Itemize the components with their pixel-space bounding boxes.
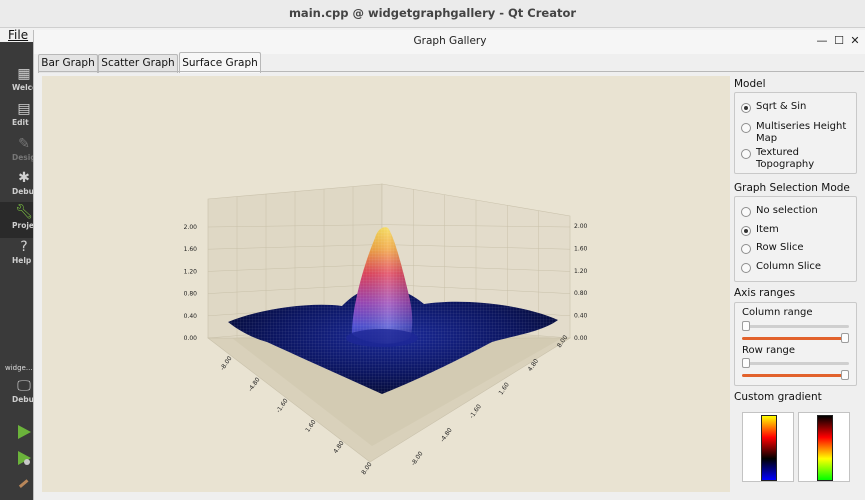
mode-help[interactable]: ? Help (0, 237, 34, 273)
build-icon[interactable] (16, 476, 32, 492)
projects-icon: 🔧︎ (15, 204, 33, 220)
custom-gradient-title: Custom gradient (734, 391, 822, 403)
graph-gallery-dialog: Graph Gallery — ☐ ✕ Bar Graph Scatter Gr… (33, 30, 865, 500)
radio-no-selection-label: No selection (756, 205, 818, 216)
tab-pane-border (38, 71, 864, 72)
radio-sqrt-sin[interactable] (741, 103, 751, 113)
y-tick-right: 0.80 (574, 290, 588, 297)
y-tick-right: 1.20 (574, 268, 588, 275)
minimize-icon[interactable]: — (814, 33, 830, 49)
z-tick: -1.60 (468, 403, 483, 420)
help-icon: ? (20, 239, 28, 255)
column-range-min-slider[interactable] (742, 321, 849, 331)
tab-surface-graph[interactable]: Surface Graph (179, 52, 261, 73)
axis-ranges-title: Axis ranges (734, 287, 796, 299)
gradient-swatch-1 (761, 415, 777, 481)
close-icon[interactable]: ✕ (847, 33, 863, 49)
menu-file[interactable]: File (8, 28, 28, 42)
gradient-swatch-2 (817, 415, 833, 481)
radio-item[interactable] (741, 226, 751, 236)
radio-no-selection[interactable] (741, 207, 751, 217)
model-group-title: Model (734, 78, 766, 90)
y-tick-left: 0.40 (184, 313, 198, 320)
row-max-handle[interactable] (841, 370, 849, 380)
debug-run-icon[interactable] (16, 450, 32, 466)
y-tick-left: 0.00 (184, 335, 198, 342)
radio-height-map[interactable] (741, 123, 751, 133)
gradient-group (734, 404, 857, 494)
radio-row-slice-label: Row Slice (756, 242, 804, 253)
row-min-handle[interactable] (742, 358, 750, 368)
radio-textured[interactable] (741, 149, 751, 159)
row-range-min-slider[interactable] (742, 358, 849, 368)
y-tick-left: 1.60 (184, 246, 198, 253)
mode-debug-label: Debu (12, 187, 35, 196)
axis-ranges-group: Column range Row range (734, 302, 857, 386)
column-max-handle[interactable] (841, 333, 849, 343)
radio-column-slice[interactable] (741, 263, 751, 273)
x-tick: 1.60 (304, 419, 318, 434)
dialog-title: Graph Gallery (413, 35, 487, 47)
mode-debug[interactable]: ✱ Debu (0, 168, 34, 204)
z-tick: -4.80 (439, 427, 454, 444)
mode-selector-bar: ▦ Welco ▤ Edit ✎ Desig ✱ Debu 🔧︎ Projec … (0, 42, 38, 500)
column-min-handle[interactable] (742, 321, 750, 331)
y-tick-left: 0.80 (184, 291, 198, 298)
welcome-icon: ▦ (17, 66, 31, 82)
y-tick-right: 0.00 (574, 335, 588, 342)
x-tick: -1.60 (275, 397, 290, 414)
mode-edit[interactable]: ▤ Edit (0, 99, 34, 135)
edit-icon: ▤ (17, 101, 31, 117)
y-tick-left: 2.00 (184, 224, 198, 231)
row-max-track (742, 374, 849, 377)
y-tick-right: 2.00 (574, 223, 588, 230)
x-tick: -8.00 (219, 355, 234, 372)
kit-selector-label[interactable]: widge...ll (5, 364, 36, 372)
y-tick-right: 1.60 (574, 245, 588, 252)
dialog-title-bar: Graph Gallery — ☐ ✕ (34, 30, 865, 54)
mode-design[interactable]: ✎ Desig (0, 134, 36, 170)
maximize-icon[interactable]: ☐ (831, 33, 847, 49)
model-group: Sqrt & Sin Multiseries Height Map Textur… (734, 92, 857, 174)
row-range-label: Row range (742, 345, 796, 356)
debug-icon: ✱ (18, 170, 30, 186)
z-tick: 1.60 (498, 381, 512, 396)
radio-sqrt-sin-label: Sqrt & Sin (756, 101, 807, 112)
radio-row-slice[interactable] (741, 244, 751, 254)
radio-height-map-label: Multiseries Height Map (756, 121, 847, 144)
surface-ring (346, 329, 418, 347)
row-range-max-slider[interactable] (742, 370, 849, 380)
surface-graph-canvas[interactable]: 0.00 0.00 0.40 0.40 0.80 0.80 1.20 1.20 1.60 1.60… (42, 76, 730, 492)
surface-graph-view[interactable]: 0.00 0.00 0.40 0.40 0.80 0.80 1.20 1.20 1.60 1.60… (42, 76, 730, 492)
column-max-track (742, 337, 849, 340)
run-icon[interactable] (16, 424, 32, 440)
radio-column-slice-label: Column Slice (756, 261, 822, 272)
mode-help-label: Help (12, 256, 32, 265)
gradient-button-2[interactable] (798, 412, 850, 482)
column-range-label: Column range (742, 307, 813, 318)
column-min-track (742, 325, 849, 328)
kit-selector[interactable]: 🖵︎ Debu (0, 376, 34, 412)
qt-creator-title-bar: main.cpp @ widgetgraphgallery - Qt Creat… (0, 0, 865, 28)
row-min-track (742, 362, 849, 365)
x-tick: 8.00 (360, 461, 374, 476)
y-tick-right: 0.40 (574, 313, 588, 320)
selection-group-title: Graph Selection Mode (734, 182, 850, 194)
monitor-icon: 🖵︎ (17, 378, 31, 394)
radio-textured-label: Textured Topography (756, 147, 815, 170)
gradient-button-1[interactable] (742, 412, 794, 482)
selection-group: No selection Item Row Slice Column Slice (734, 196, 857, 282)
desktop: main.cpp @ widgetgraphgallery - Qt Creat… (0, 0, 865, 500)
column-range-max-slider[interactable] (742, 333, 849, 343)
x-tick: -4.80 (247, 376, 262, 393)
mode-welcome[interactable]: ▦ Welco (0, 64, 37, 100)
mode-edit-label: Edit (12, 118, 29, 127)
qt-creator-window-title: main.cpp @ widgetgraphgallery - Qt Creat… (288, 6, 577, 20)
radio-item-label: Item (756, 224, 779, 235)
design-icon: ✎ (18, 136, 30, 152)
y-tick-left: 1.20 (184, 268, 198, 275)
z-tick: -8.00 (410, 450, 425, 467)
kit-mode-label: Debu (12, 395, 35, 404)
mode-projects[interactable]: 🔧︎ Projec (0, 202, 38, 238)
